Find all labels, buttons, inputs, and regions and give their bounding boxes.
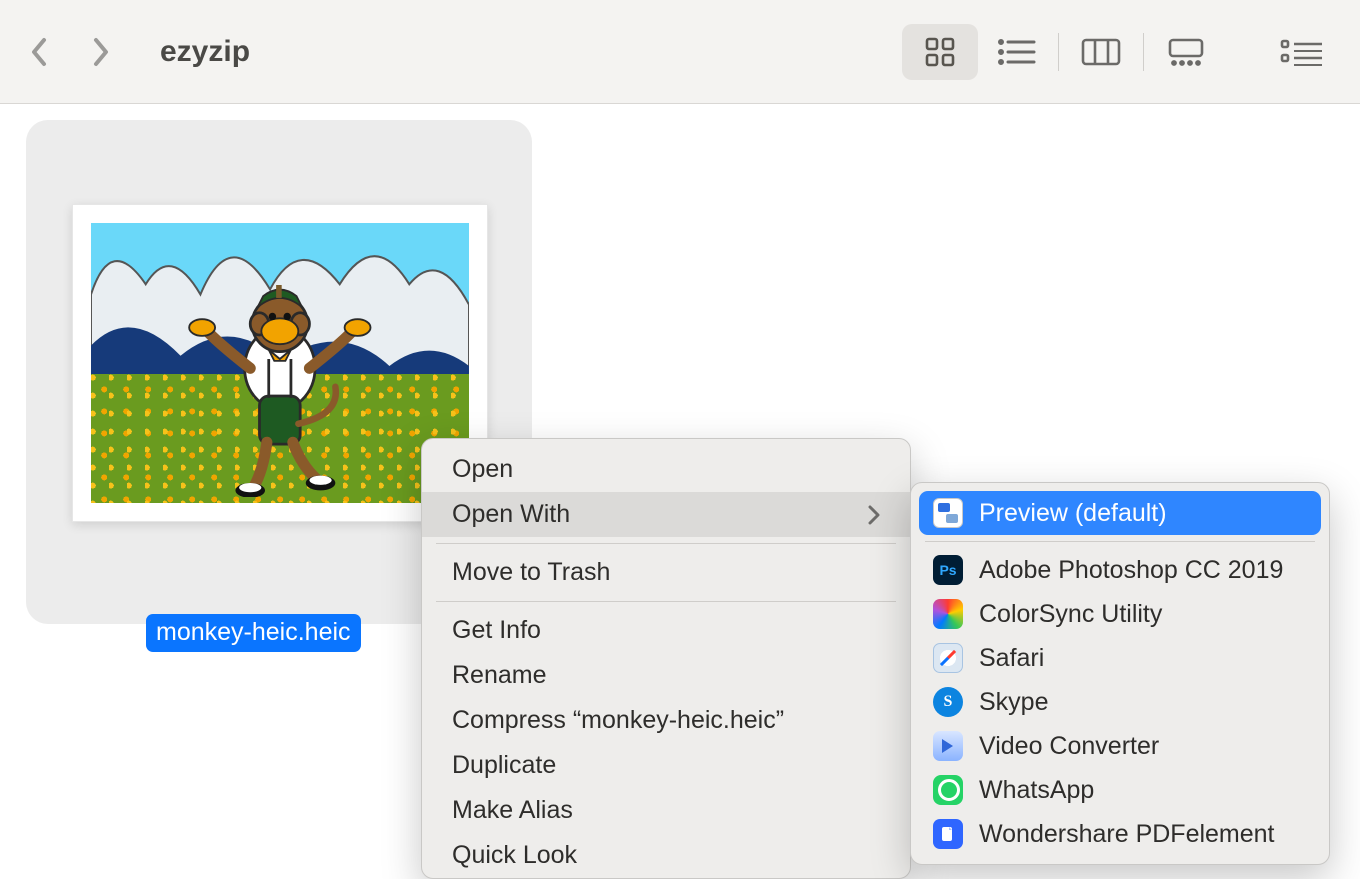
submenu-video-converter[interactable]: Video Converter [919,724,1321,768]
submenu-label: Adobe Photoshop CC 2019 [979,556,1283,585]
submenu-label: Preview (default) [979,499,1167,528]
view-controls [902,24,1330,80]
column-view-button[interactable] [1063,24,1139,80]
video-converter-app-icon [933,731,963,761]
photoshop-app-icon: Ps [933,555,963,585]
submenu-label: WhatsApp [979,776,1094,805]
whatsapp-app-icon [933,775,963,805]
submenu-label: ColorSync Utility [979,600,1162,629]
list-view-button[interactable] [978,24,1054,80]
menu-separator [436,543,896,544]
submenu-label: Safari [979,644,1044,673]
menu-label: Quick Look [452,841,577,870]
menu-label: Move to Trash [452,558,610,587]
gallery-view-button[interactable] [1148,24,1224,80]
menu-label: Make Alias [452,796,573,825]
submenu-colorsync[interactable]: ColorSync Utility [919,592,1321,636]
submenu-safari[interactable]: Safari [919,636,1321,680]
menu-quick-look[interactable]: Quick Look [422,833,910,878]
separator-icon [1143,33,1144,71]
submenu-skype[interactable]: S Skype [919,680,1321,724]
file-name-label[interactable]: monkey-heic.heic [146,614,361,652]
menu-open[interactable]: Open [422,447,910,492]
menu-duplicate[interactable]: Duplicate [422,743,910,788]
preview-app-icon [933,498,963,528]
colorsync-app-icon [933,599,963,629]
menu-label: Compress “monkey-heic.heic” [452,706,784,735]
menu-label: Duplicate [452,751,556,780]
group-by-button[interactable] [1274,24,1330,80]
submenu-photoshop[interactable]: Ps Adobe Photoshop CC 2019 [919,548,1321,592]
submenu-preview[interactable]: Preview (default) [919,491,1321,535]
pdfelement-app-icon [933,819,963,849]
menu-get-info[interactable]: Get Info [422,608,910,653]
menu-move-to-trash[interactable]: Move to Trash [422,550,910,595]
submenu-label: Skype [979,688,1048,717]
menu-separator [436,601,896,602]
menu-label: Get Info [452,616,541,645]
safari-app-icon [933,643,963,673]
open-with-submenu: Preview (default) Ps Adobe Photoshop CC … [910,482,1330,865]
submenu-pdfelement[interactable]: Wondershare PDFelement [919,812,1321,856]
menu-label: Open With [452,500,570,529]
menu-label: Open [452,455,513,484]
nav-arrows [30,37,110,67]
icon-view-button[interactable] [902,24,978,80]
menu-compress[interactable]: Compress “monkey-heic.heic” [422,698,910,743]
toolbar: ezyzip [0,0,1360,104]
submenu-label: Wondershare PDFelement [979,820,1275,849]
context-menu: Open Open With Move to Trash Get Info Re… [421,438,911,879]
menu-make-alias[interactable]: Make Alias [422,788,910,833]
menu-label: Rename [452,661,547,690]
menu-separator [925,541,1315,542]
menu-open-with[interactable]: Open With [422,492,910,537]
separator-icon [1058,33,1059,71]
submenu-whatsapp[interactable]: WhatsApp [919,768,1321,812]
forward-button[interactable] [90,37,110,67]
submenu-label: Video Converter [979,732,1159,761]
content-area: monkey-heic.heic Open Open With Move to … [0,104,1360,136]
chevron-right-icon [868,505,880,525]
skype-app-icon: S [933,687,963,717]
folder-title: ezyzip [160,35,250,69]
menu-rename[interactable]: Rename [422,653,910,698]
back-button[interactable] [30,37,50,67]
